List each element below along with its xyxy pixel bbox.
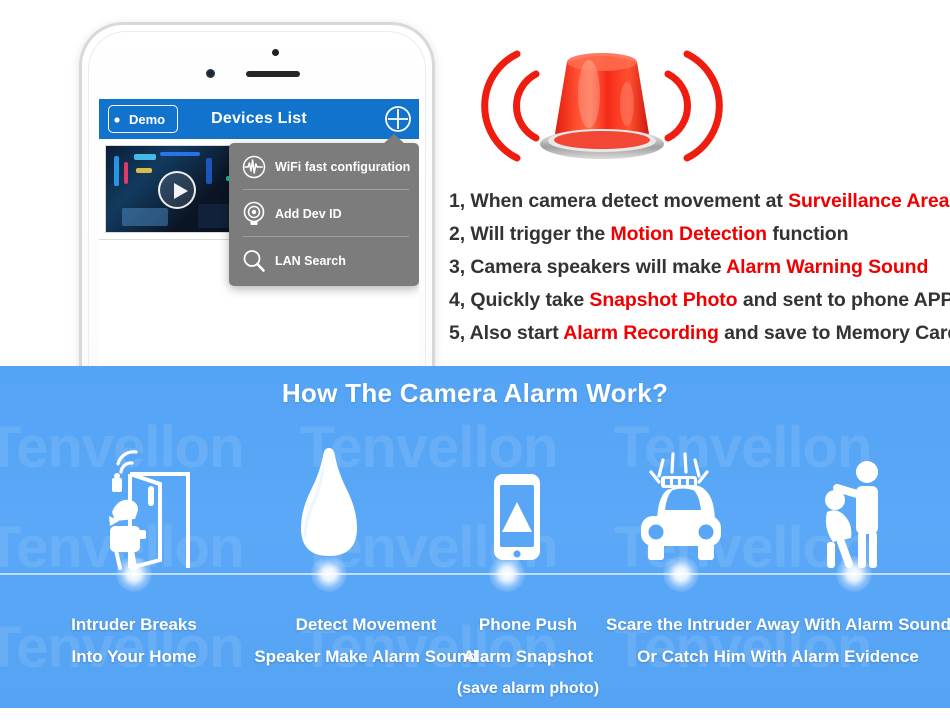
app-navbar: Devices List Demo (99, 99, 419, 139)
feature-number: 2, (449, 223, 471, 245)
phone-screen: Devices List Demo WiFi fast configuratio… (99, 99, 419, 382)
menu-item-label: LAN Search (275, 253, 346, 268)
feature-text-pre: Quickly take (470, 289, 590, 311)
caption-line: Into Your Home (71, 647, 197, 666)
step-phone-push (462, 428, 572, 578)
feature-text-post: and sent to phone APP (737, 289, 950, 311)
feature-item: 1, When camera detect movement at Survei… (449, 185, 949, 218)
feature-item: 5, Also start Alarm Recording and save t… (449, 317, 950, 350)
feature-text-pre: Will trigger the (470, 223, 611, 245)
menu-item-wifi-fast-configuration[interactable]: WiFi fast configuration (229, 143, 419, 190)
feature-text-post: and save to Memory Card (718, 322, 950, 344)
phone-earpiece-speaker (246, 71, 300, 77)
camera-dome-icon (243, 201, 265, 225)
feature-highlight: Surveillance Area (788, 190, 950, 212)
menu-item-lan-search[interactable]: LAN Search (229, 237, 419, 284)
feature-list: 1, When camera detect movement at Survei… (449, 185, 950, 350)
plus-circle-icon[interactable] (384, 105, 412, 133)
feature-item: 3, Camera speakers will make Alarm Warni… (449, 251, 949, 284)
feature-number: 4, (449, 289, 471, 311)
feature-text-pre: When camera detect movement at (470, 190, 789, 212)
menu-item-label: Add Dev ID (275, 206, 342, 221)
step-intruder-breaks-in (70, 428, 230, 578)
wifi-waveform-icon (242, 155, 266, 178)
menu-item-label: WiFi fast configuration (275, 159, 411, 174)
top-section: Devices List Demo WiFi fast configuratio… (0, 0, 950, 382)
timeline-node (489, 556, 525, 592)
how-it-works-banner: Tenvellon Tenvellon Tenvellon Tenvellon … (0, 366, 950, 708)
feature-highlight: Motion Detection (610, 223, 767, 245)
back-button[interactable]: Demo (108, 105, 179, 133)
banner-title: How The Camera Alarm Work? (281, 378, 669, 408)
feature-highlight: Snapshot Photo (589, 289, 738, 311)
magnifier-icon (243, 249, 265, 272)
phone-mockup: Devices List Demo WiFi fast configuratio… (79, 22, 435, 382)
feature-number: 3, (449, 256, 471, 278)
red-alarm-beacon-icon (481, 50, 723, 162)
feature-text-post: function (767, 223, 849, 245)
feature-text-pre: Camera speakers will make (470, 256, 727, 278)
intruder-at-door-icon (109, 450, 190, 570)
step-caption-phone-push: Phone Push Alarm Snapshot (save alarm ph… (430, 609, 626, 705)
timeline-node (116, 556, 152, 592)
feature-item: 2, Will trigger the Motion Detection fun… (449, 218, 949, 251)
caption-line: Phone Push (478, 615, 578, 634)
play-triangle (174, 183, 188, 199)
feature-number: 5, (449, 322, 470, 344)
caption-line: Intruder Breaks (71, 615, 197, 634)
timeline-node (663, 556, 699, 592)
caption-line: Alarm Snapshot (462, 647, 594, 666)
caption-line: Or Catch Him With Alarm Evidence (637, 647, 919, 666)
feature-highlight: Alarm Warning Sound (726, 256, 929, 278)
bottom-white-strip (0, 708, 950, 726)
step-caption-scare-intruder: Scare the Intruder Away With Alarm Sound… (606, 609, 950, 673)
feature-item: 4, Quickly take Snapshot Photo and sent … (449, 284, 950, 317)
back-button-label: Demo (129, 111, 166, 127)
phone-front-camera-icon (206, 69, 215, 78)
caption-line: (save alarm photo) (456, 680, 600, 697)
timeline-node (311, 556, 347, 592)
menu-item-add-dev-id[interactable]: Add Dev ID (229, 190, 419, 237)
feature-text-pre: Also start (469, 322, 564, 344)
play-icon[interactable] (158, 171, 196, 209)
feature-highlight: Alarm Recording (563, 322, 719, 344)
chevron-left-icon (114, 117, 120, 123)
caption-line: Scare the Intruder Away With Alarm Sound (606, 615, 950, 634)
feature-number: 1, (449, 190, 471, 212)
add-device-dropdown-menu: WiFi fast configuration Add Dev ID LAN S… (229, 134, 419, 286)
step-caption-intruder: Intruder Breaks Into Your Home (36, 609, 232, 673)
timeline-node (836, 556, 872, 592)
phone-sensor-dot (272, 49, 279, 56)
